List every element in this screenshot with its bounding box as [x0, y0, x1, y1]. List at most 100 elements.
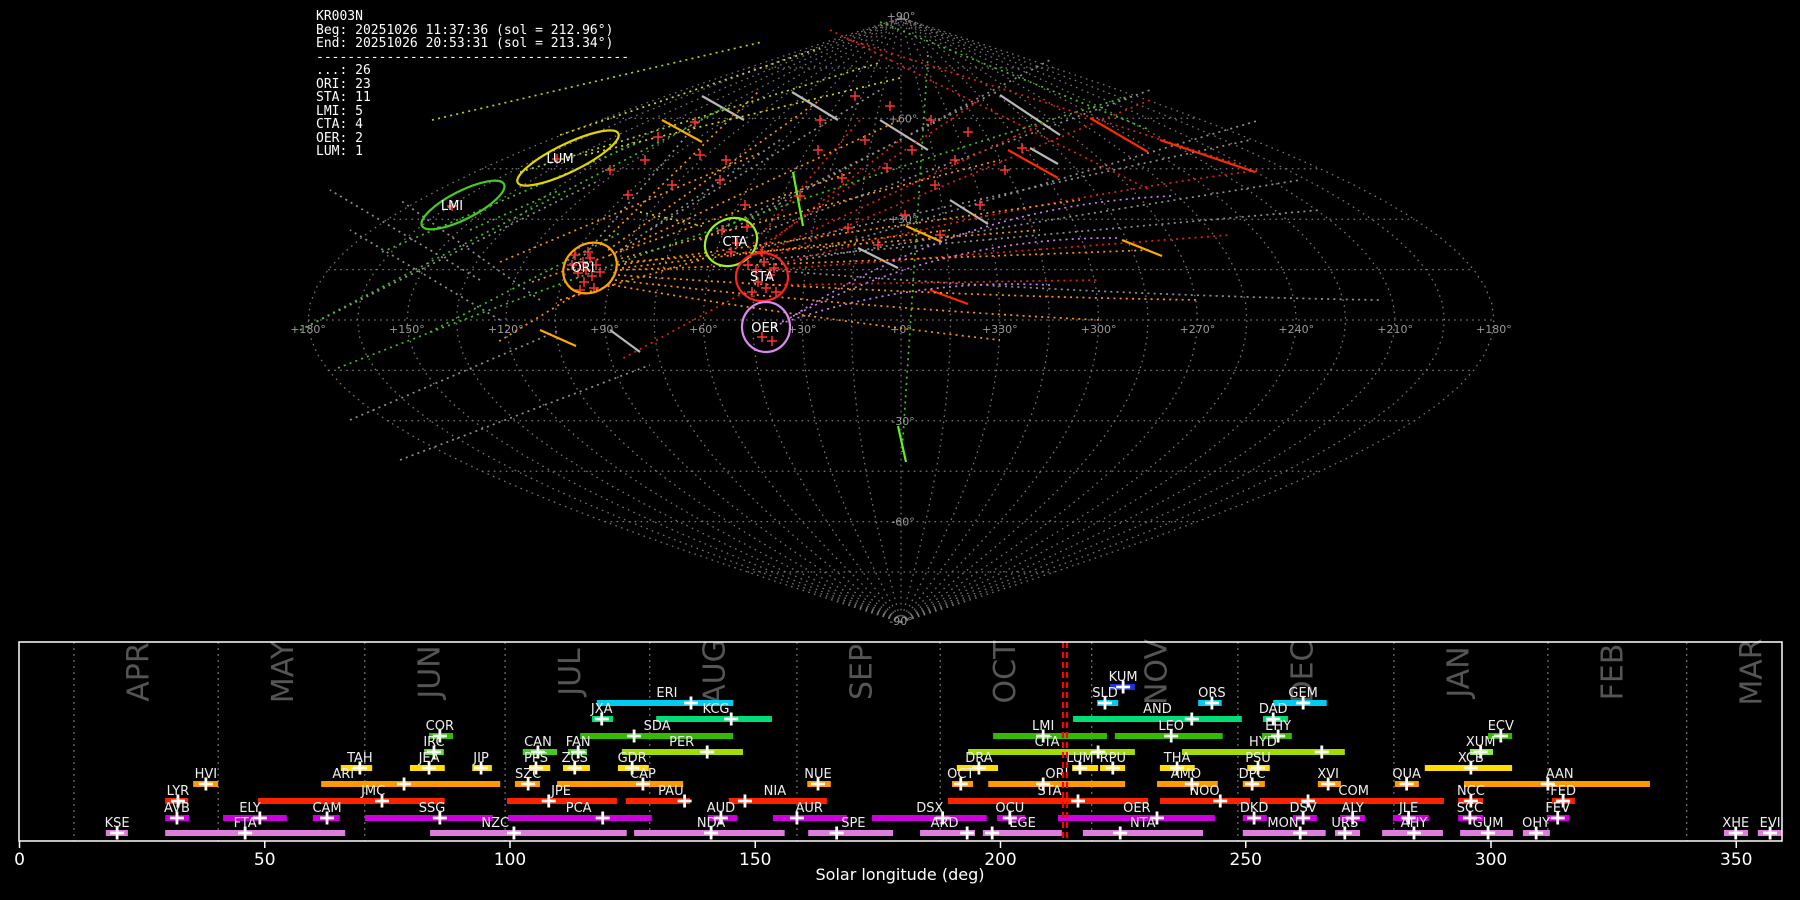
shower-label-XCB: XCB [1458, 751, 1484, 766]
shower-label-SLD: SLD [1092, 686, 1118, 701]
shower-label-FTA: FTA [234, 816, 257, 831]
radiant-label-ORI: ORI [571, 261, 594, 276]
shower-label-ERI: ERI [656, 686, 677, 701]
shower-label-AND: AND [1143, 702, 1172, 717]
shower-label-CAM: CAM [312, 801, 341, 816]
shower-label-XVI: XVI [1317, 767, 1339, 782]
shower-SSG: SSG [364, 801, 493, 825]
shower-PCA: PCA [508, 801, 652, 825]
shower-label-ZCS: ZCS [562, 751, 588, 766]
shower-peak-HYD [1314, 745, 1329, 759]
radiant-label-OER: OER [751, 321, 778, 336]
shower-label-JEA: JEA [418, 751, 440, 766]
shower-label-CAN: CAN [524, 735, 552, 750]
shower-label-DSX: DSX [916, 801, 943, 816]
shower-label-NDA: NDA [697, 816, 726, 831]
shower-QUA: QUA [1392, 767, 1421, 791]
shower-label-DPC: DPC [1239, 767, 1266, 782]
south-pole-label: -90° [889, 615, 912, 628]
station-info: KR003N Beg: 20251026 11:37:36 (sol = 212… [316, 9, 630, 159]
shower-peak-ARD [960, 826, 975, 840]
shower-label-CAP: CAP [630, 767, 656, 782]
tick-label-350: 350 [1720, 850, 1752, 870]
equator-lon-label: +0° [890, 323, 912, 336]
meridian-line [900, 17, 1149, 623]
shower-label-ELY: ELY [239, 801, 261, 816]
month-label-FEB: FEB [1596, 644, 1631, 701]
meridian-line [900, 17, 1248, 623]
shower-peak-ERI [683, 696, 698, 710]
meridian-line [900, 17, 1100, 623]
shower-label-OHY: OHY [1522, 816, 1550, 831]
shower-label-OCT: OCT [947, 767, 974, 782]
meteor-trail [649, 89, 881, 231]
central-lat-label: -60° [891, 516, 914, 529]
equator-lon-label: +210° [1377, 323, 1413, 336]
meteor-trail [749, 139, 1251, 251]
shower-label-AAN: AAN [1546, 767, 1574, 782]
shower-label-LMI: LMI [1032, 719, 1054, 734]
equator-lon-label: +180° [1476, 323, 1512, 336]
month-label-SEP: SEP [845, 644, 880, 700]
shower-PAU: PAU [625, 784, 692, 808]
radiant-label-CTA: CTA [723, 235, 748, 250]
shower-peak-EGE [985, 826, 1000, 840]
meridian-line [702, 17, 902, 623]
shower-label-ARI: ARI [332, 767, 354, 782]
shower-label-ARD: ARD [931, 816, 959, 831]
shower-JEA: JEA [409, 751, 445, 775]
timeline-panel: APR MAY JUN JUL AUG SEP OCT NOV DEC JAN FEB MARKUME… [14, 638, 1783, 884]
shower-peak-AND [1184, 712, 1199, 726]
shower-label-OCU: OCU [995, 801, 1024, 816]
shower-NDA: NDA [634, 816, 785, 840]
shower-label-LYR: LYR [167, 784, 190, 799]
meteor-trail [399, 364, 651, 461]
radiant-LMI: LMI [420, 179, 506, 231]
shower-peak-NIA [737, 794, 752, 808]
shower-label-PCA: PCA [566, 801, 592, 816]
meteor-trail [754, 99, 981, 251]
tick-label-100: 100 [494, 850, 526, 870]
shower-label-AUD: AUD [707, 801, 735, 816]
shower-OCT: OCT [947, 767, 974, 791]
month-label-JUN: JUN [413, 645, 448, 700]
central-lat-label: +60° [889, 112, 918, 125]
shower-KSE: KSE [105, 816, 130, 840]
shower-label-FEV: FEV [1545, 801, 1570, 816]
meteor-trail [879, 21, 1151, 131]
shower-peak-ARI [397, 777, 412, 791]
shower-JIP: JIP [472, 751, 492, 775]
meteor-streak [1007, 149, 1059, 179]
shower-AVB: AVB [164, 801, 190, 825]
shower-label-COM: COM [1338, 784, 1369, 799]
shower-label-THA: THA [1163, 751, 1191, 766]
shower-label-ECV: ECV [1488, 719, 1514, 734]
x-axis: 0 50 100 150 200 250 300 350 Solar longitude (de… [14, 841, 1752, 884]
month-label-OCT: OCT [988, 640, 1023, 704]
meteor-trail [781, 237, 1121, 323]
radiant-label-STA: STA [750, 270, 774, 285]
radiant-ORI: ORI [562, 241, 618, 295]
shower-bars: KUM ERI SLD ORS GEM JXA KCG AND DAD COR SDA LMI LEO E… [105, 670, 1782, 840]
shower-label-CTA: CTA [1035, 735, 1060, 750]
shower-label-NOO: NOO [1189, 784, 1219, 799]
shower-label-HVI: HVI [195, 767, 218, 782]
shower-peak-PER [700, 745, 715, 759]
shower-label-RPU: RPU [1100, 751, 1126, 766]
shower-AHY: AHY [1382, 816, 1443, 840]
shower-label-NTA: NTA [1130, 816, 1156, 831]
shower-label-XUM: XUM [1466, 735, 1496, 750]
month-label-NOV: NOV [1139, 639, 1174, 706]
meteor-trail [744, 119, 861, 254]
shower-label-JMC: JMC [360, 784, 385, 799]
month-label-MAR: MAR [1734, 638, 1769, 705]
shower-peak-SDA [627, 729, 642, 743]
meteor-trail [429, 231, 623, 333]
tick-label-0: 0 [14, 850, 25, 870]
radiant-label-LMI: LMI [441, 199, 463, 214]
shower-XHE: XHE [1722, 816, 1749, 840]
shower-peak-NTA [1113, 826, 1128, 840]
shower-JXA: JXA [590, 702, 614, 726]
shower-label-AMO: AMO [1171, 767, 1201, 782]
shower-LUM: LUM [1066, 751, 1099, 775]
